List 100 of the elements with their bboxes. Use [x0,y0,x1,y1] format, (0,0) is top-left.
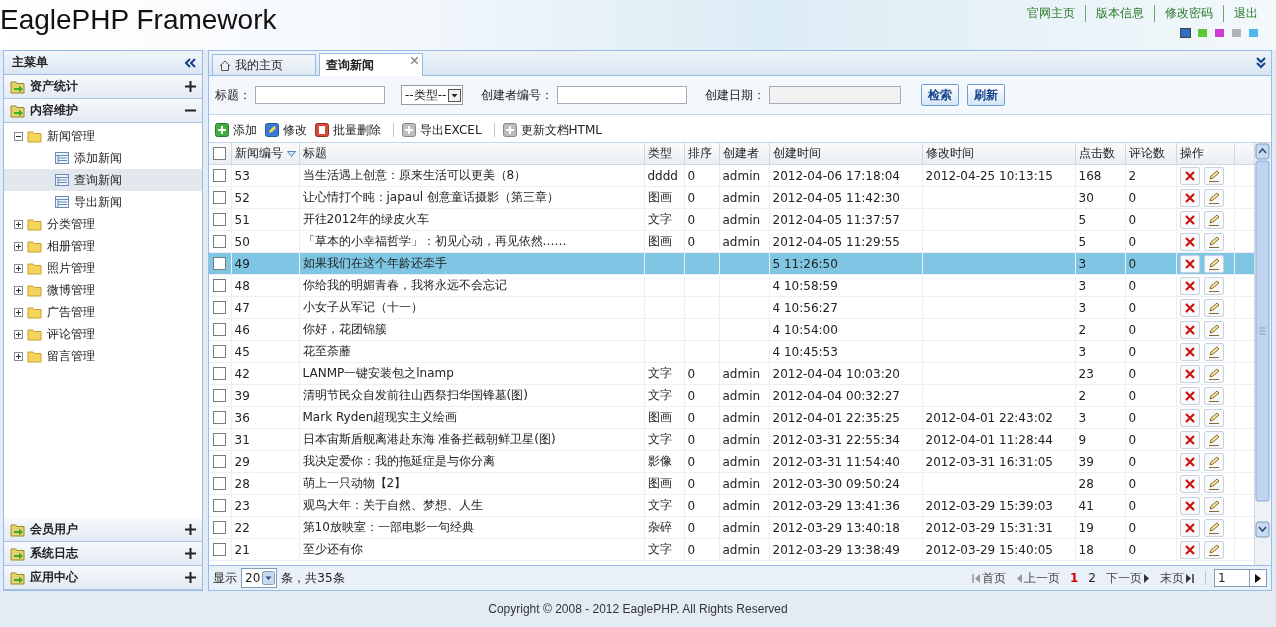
edit-button[interactable] [1203,430,1224,449]
column-header[interactable]: 创建时间 [769,143,922,165]
delete-button[interactable] [1179,320,1200,339]
row-checkbox[interactable] [213,213,227,226]
select-all-checkbox[interactable] [213,147,227,160]
toolbar-button[interactable]: 更新文档HTML [502,121,606,139]
tree-item[interactable]: 广告管理 [4,301,202,323]
menu-section[interactable]: 会员用户 [4,518,202,542]
expand-icon[interactable] [14,219,23,229]
row-checkbox[interactable] [213,455,227,468]
delete-button[interactable] [1179,452,1200,471]
edit-button[interactable] [1203,298,1224,317]
expand-icon[interactable] [14,285,23,295]
tab[interactable]: 我的主页 [212,54,316,75]
column-header[interactable]: 点击数 [1075,143,1125,165]
row-checkbox[interactable] [213,543,227,556]
table-row[interactable]: 52 让心情打个盹：japaul 创意童话摄影（第三章） 图画 0 admin 2012-04-05 11:42:30 30 0 [209,186,1254,209]
table-row[interactable]: 36 Mark Ryden超现实主义绘画 图画 0 admin 2012-04-01 22:35:25 2012-04-01 22:43:02 3 0 [209,406,1254,429]
row-checkbox[interactable] [213,301,227,314]
table-row[interactable]: 53 当生活遇上创意：原来生活可以更美（8） dddd 0 admin 2012-04-06 17:18:04 2012-04-25 10:13:15 168 2 [209,164,1254,187]
tree-item[interactable]: 新闻管理 [4,125,202,147]
column-header[interactable]: 排序 [684,143,719,165]
row-checkbox[interactable] [213,257,227,270]
tree-item[interactable]: 添加新闻 [4,147,202,169]
row-checkbox[interactable] [213,389,227,402]
row-checkbox[interactable] [213,191,227,204]
table-row[interactable]: 47 小女子从军记（十一） 4 10:56:27 3 0 [209,296,1254,319]
row-checkbox[interactable] [213,345,227,358]
edit-button[interactable] [1203,540,1224,559]
column-header[interactable]: 标题 [299,143,644,165]
page-number[interactable]: 1 [1067,571,1082,585]
delete-button[interactable] [1179,166,1200,185]
table-row[interactable]: 42 LANMP一键安装包之lnamp 文字 0 admin 2012-04-04 10:03:20 23 0 [209,362,1254,385]
header-link[interactable]: 退出 [1223,5,1268,22]
close-icon[interactable] [411,57,418,64]
collapse-icon[interactable] [14,131,23,141]
search-button[interactable]: 检索 [921,84,960,106]
edit-button[interactable] [1203,188,1224,207]
row-checkbox[interactable] [213,521,227,534]
delete-button[interactable] [1179,254,1200,273]
table-row[interactable]: 31 日本宙斯盾舰离港赴东海 准备拦截朝鲜卫星(图) 文字 0 admin 2012-03-31 22:55:34 2012-04-01 11:28:44 9 0 [209,428,1254,451]
column-header[interactable]: 操作 [1176,143,1234,165]
delete-button[interactable] [1179,276,1200,295]
toolbar-button[interactable]: 批量删除 [315,121,385,139]
next-page-link[interactable]: 下一页 [1103,569,1153,587]
date-field[interactable] [769,86,902,104]
refresh-button[interactable]: 刷新 [967,84,1006,106]
header-link[interactable]: 版本信息 [1085,5,1154,22]
first-page-link[interactable]: 首页 [969,569,1009,587]
tree-item[interactable]: 评论管理 [4,323,202,345]
delete-button[interactable] [1179,496,1200,515]
go-button[interactable] [1249,569,1267,587]
edit-button[interactable] [1203,452,1224,471]
edit-button[interactable] [1203,474,1224,493]
row-checkbox[interactable] [213,499,227,512]
expand-down-icon[interactable] [1255,57,1267,69]
expand-icon[interactable] [14,241,23,251]
table-row[interactable]: 22 第10放映室：一部电影一句经典 杂碎 0 admin 2012-03-29 13:40:18 2012-03-29 15:31:31 19 0 [209,516,1254,539]
tree-item[interactable]: 留言管理 [4,345,202,367]
collapse-left-icon[interactable] [184,57,196,68]
tree-item[interactable]: 相册管理 [4,235,202,257]
last-page-link[interactable]: 末页 [1157,569,1197,587]
theme-swatch[interactable] [1232,29,1241,37]
previous-page-link[interactable]: 上一页 [1013,569,1063,587]
table-row[interactable]: 51 开往2012年的绿皮火车 文字 0 admin 2012-04-05 11:37:57 5 0 [209,208,1254,231]
table-row[interactable]: 45 花至荼蘼 4 10:45:53 3 0 [209,340,1254,363]
menu-section[interactable]: 内容维护 [4,99,202,123]
column-header[interactable]: 类型 [644,143,684,165]
edit-button[interactable] [1203,210,1224,229]
theme-swatch[interactable] [1181,29,1190,37]
edit-button[interactable] [1203,342,1224,361]
text-field[interactable] [255,86,385,104]
edit-button[interactable] [1203,320,1224,339]
delete-button[interactable] [1179,408,1200,427]
toolbar-button[interactable]: 添加 [215,121,261,139]
toolbar-button[interactable]: 修改 [265,121,311,139]
delete-button[interactable] [1179,210,1200,229]
row-checkbox[interactable] [213,411,227,424]
page-number-field[interactable]: 1 [1214,569,1250,587]
edit-button[interactable] [1203,518,1224,537]
expand-icon[interactable] [14,351,23,361]
table-row[interactable]: 28 萌上一只动物【2】 图画 0 admin 2012-03-30 09:50:24 28 0 [209,472,1254,495]
delete-button[interactable] [1179,298,1200,317]
theme-swatch[interactable] [1249,29,1258,37]
toolbar-button[interactable]: 导出EXCEL [402,121,486,139]
delete-button[interactable] [1179,342,1200,361]
theme-swatch[interactable] [1198,29,1207,37]
expand-icon[interactable] [14,263,23,273]
edit-button[interactable] [1203,254,1224,273]
column-header[interactable]: 修改时间 [922,143,1075,165]
row-checkbox[interactable] [213,235,227,248]
expand-icon[interactable] [14,307,23,317]
delete-button[interactable] [1179,232,1200,251]
header-link[interactable]: 官网主页 [1017,5,1085,22]
edit-button[interactable] [1203,408,1224,427]
column-header[interactable]: 新闻编号 [231,143,299,165]
column-header[interactable]: 评论数 [1125,143,1176,165]
table-row[interactable]: 50 「草本的小幸福哲学」：初见心动，再见依然…… 图画 0 admin 2012-04-05 11:29:55 5 0 [209,230,1254,253]
table-row[interactable]: 21 至少还有你 文字 0 admin 2012-03-29 13:38:49 2012-03-29 15:40:05 18 0 [209,538,1254,561]
edit-button[interactable] [1203,276,1224,295]
